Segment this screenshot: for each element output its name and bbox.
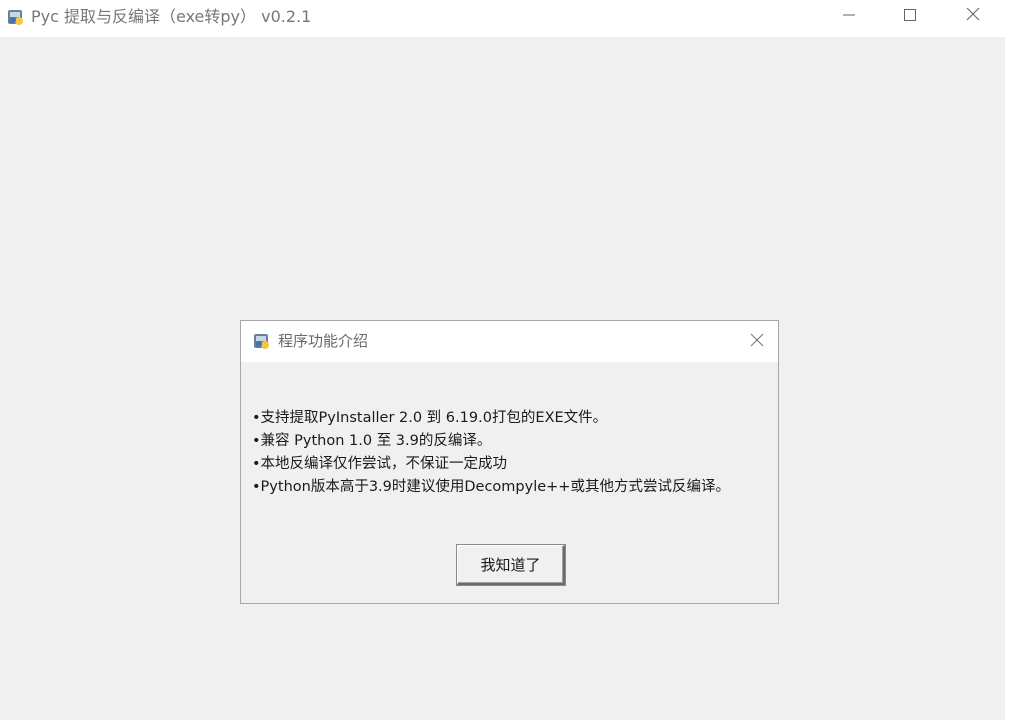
window-title: Pyc 提取与反编译（exe转py） v0.2.1 [31, 7, 312, 26]
main-window: Pyc 提取与反编译（exe转py） v0.2.1 程序功能介绍 •支持提取Py… [0, 0, 1005, 720]
ok-button[interactable]: 我知道了 [457, 545, 565, 585]
close-button[interactable] [942, 0, 1004, 32]
message-line: •兼容 Python 1.0 至 3.9的反编译。 [252, 433, 492, 449]
maximize-button[interactable] [879, 0, 941, 32]
message-line: •Python版本高于3.9时建议使用Decompyle++或其他方式尝试反编译… [252, 479, 730, 495]
python-package-icon [6, 7, 26, 27]
minimize-button[interactable] [818, 0, 880, 32]
dialog-title: 程序功能介绍 [278, 332, 369, 350]
feature-intro-dialog: 程序功能介绍 •支持提取PyInstaller 2.0 到 6.19.0打包的E… [240, 320, 779, 604]
close-icon [749, 332, 765, 352]
close-icon [965, 6, 981, 26]
title-bar: Pyc 提取与反编译（exe转py） v0.2.1 [0, 0, 1005, 37]
minimize-icon [842, 7, 856, 26]
message-line: •本地反编译仅作尝试，不保证一定成功 [252, 456, 508, 472]
maximize-icon [903, 7, 917, 26]
dialog-title-bar: 程序功能介绍 [241, 321, 778, 362]
dialog-close-button[interactable] [746, 331, 768, 353]
message-line: •支持提取PyInstaller 2.0 到 6.19.0打包的EXE文件。 [252, 410, 608, 426]
window-edge [1005, 0, 1010, 720]
python-package-icon [252, 331, 272, 351]
dialog-message: •支持提取PyInstaller 2.0 到 6.19.0打包的EXE文件。 •… [252, 407, 730, 499]
